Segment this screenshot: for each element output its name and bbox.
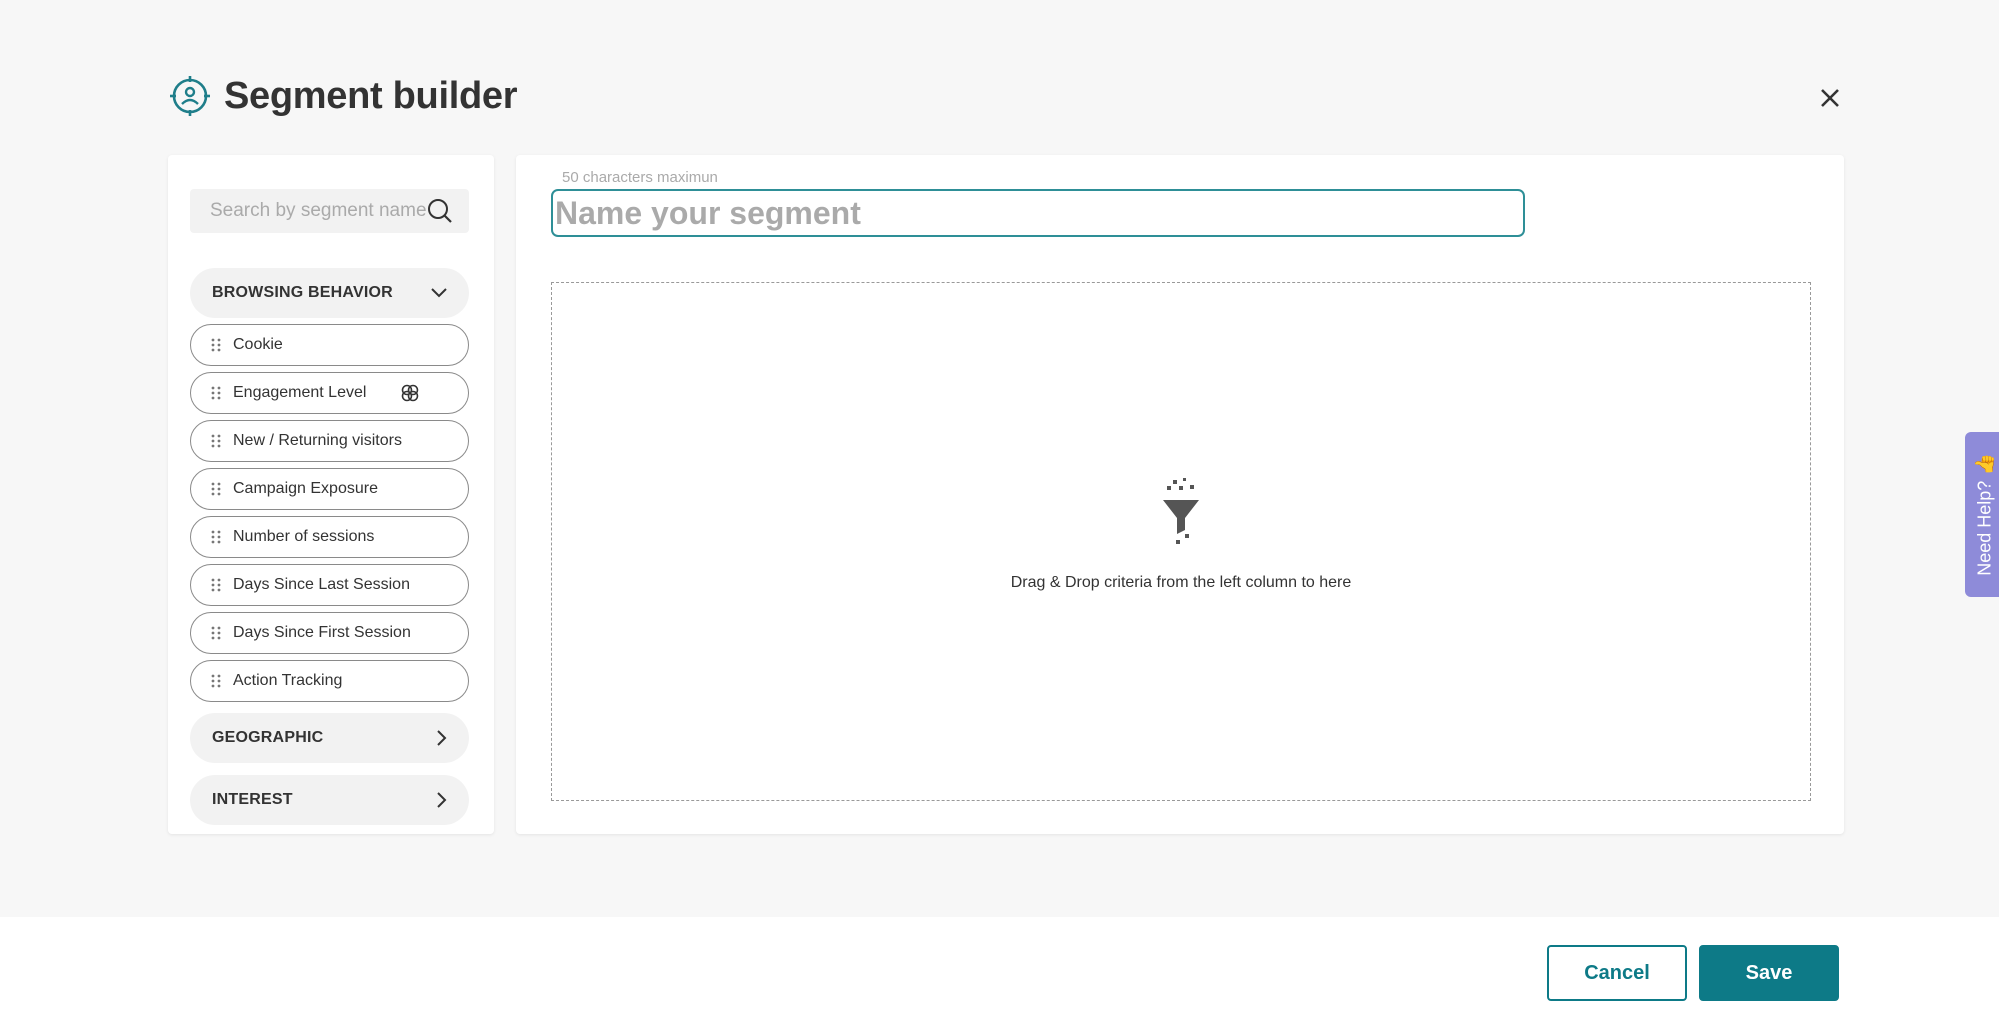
search-box xyxy=(190,189,469,233)
save-button[interactable]: Save xyxy=(1699,945,1839,1001)
drag-handle-icon xyxy=(211,482,221,496)
category-geographic[interactable]: GEOGRAPHIC xyxy=(190,713,469,763)
chevron-right-icon xyxy=(437,730,447,746)
drag-handle-icon xyxy=(211,626,221,640)
criteria-action-tracking[interactable]: Action Tracking xyxy=(190,660,469,702)
need-help-label: Need Help? 👍 xyxy=(1974,453,1995,576)
criteria-label: Days Since First Session xyxy=(233,624,411,641)
criteria-days-since-last-session[interactable]: Days Since Last Session xyxy=(190,564,469,606)
category-browsing-behavior[interactable]: BROWSING BEHAVIOR xyxy=(190,268,469,318)
close-icon xyxy=(1821,89,1839,107)
criteria-label: New / Returning visitors xyxy=(233,432,402,449)
criteria-sidebar: BROWSING BEHAVIOR Cookie Engagement Leve… xyxy=(168,155,494,834)
criteria-days-since-first-session[interactable]: Days Since First Session xyxy=(190,612,469,654)
ai-badge-icon xyxy=(401,384,419,402)
criteria-label: Campaign Exposure xyxy=(233,480,378,497)
close-button[interactable] xyxy=(1814,82,1846,114)
criteria-number-of-sessions[interactable]: Number of sessions xyxy=(190,516,469,558)
criteria-label: Days Since Last Session xyxy=(233,576,410,593)
search-input[interactable] xyxy=(210,200,427,222)
drag-handle-icon xyxy=(211,338,221,352)
category-label: GEOGRAPHIC xyxy=(212,729,324,746)
criteria-engagement-level[interactable]: Engagement Level xyxy=(190,372,469,414)
drag-handle-icon xyxy=(211,674,221,688)
chevron-down-icon xyxy=(431,288,447,298)
character-limit-hint: 50 characters maximun xyxy=(562,169,718,186)
chevron-right-icon xyxy=(437,792,447,808)
segment-name-input[interactable] xyxy=(551,189,1525,237)
criteria-label: Number of sessions xyxy=(233,528,375,545)
criteria-cookie[interactable]: Cookie xyxy=(190,324,469,366)
category-label: INTEREST xyxy=(212,791,293,808)
page-header: Segment builder xyxy=(168,74,518,118)
drag-handle-icon xyxy=(211,434,221,448)
criteria-label: Engagement Level xyxy=(233,384,367,401)
criteria-label: Cookie xyxy=(233,336,283,353)
segment-target-icon xyxy=(168,74,212,118)
criteria-new-returning-visitors[interactable]: New / Returning visitors xyxy=(190,420,469,462)
criteria-label: Action Tracking xyxy=(233,672,343,689)
category-label: BROWSING BEHAVIOR xyxy=(212,284,393,301)
search-icon[interactable] xyxy=(427,198,453,224)
drag-handle-icon xyxy=(211,530,221,544)
footer-bar: Cancel Save xyxy=(0,917,1999,1023)
cancel-button[interactable]: Cancel xyxy=(1547,945,1687,1001)
dropzone-text: Drag & Drop criteria from the left colum… xyxy=(1010,573,1352,591)
segment-editor: 50 characters maximun Drag & Drop criter… xyxy=(516,155,1844,834)
need-help-tab[interactable]: Need Help? 👍 xyxy=(1965,432,1999,597)
page-title: Segment builder xyxy=(224,74,518,117)
criteria-campaign-exposure[interactable]: Campaign Exposure xyxy=(190,468,469,510)
category-interest[interactable]: INTEREST xyxy=(190,775,469,825)
drag-handle-icon xyxy=(211,578,221,592)
criteria-dropzone[interactable]: Drag & Drop criteria from the left colum… xyxy=(551,282,1811,801)
funnel-icon xyxy=(1163,477,1199,544)
drag-handle-icon xyxy=(211,386,221,400)
